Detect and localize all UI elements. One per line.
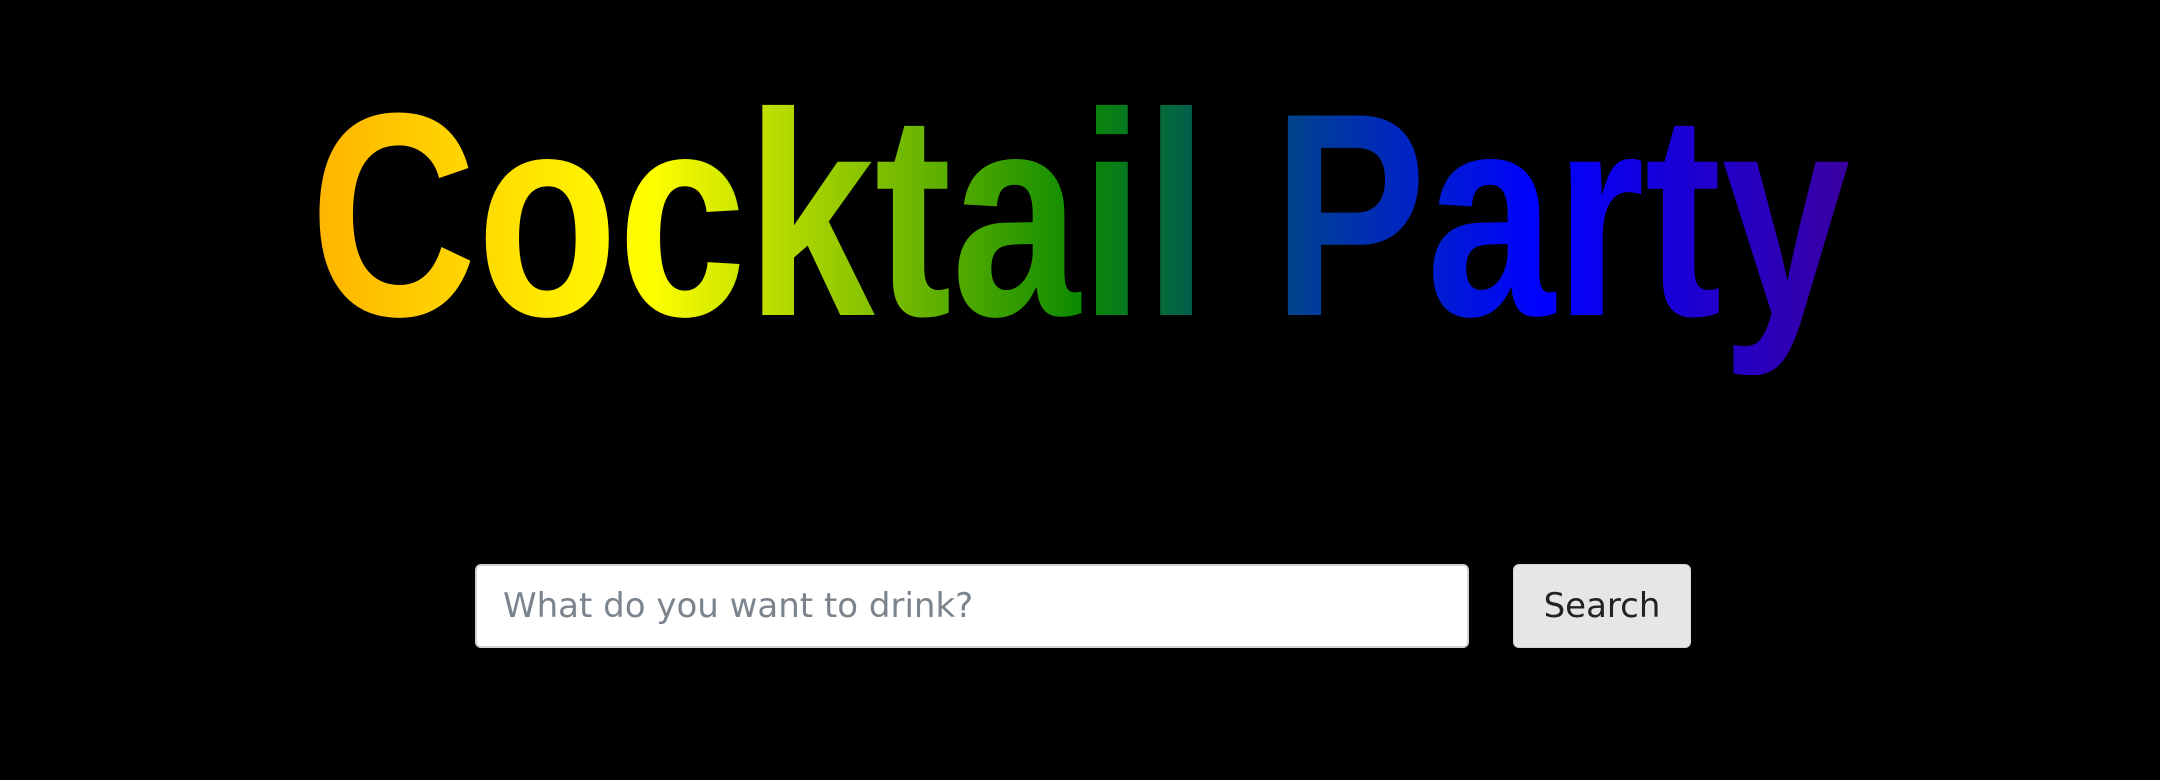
page-title: Cocktail Party bbox=[310, 95, 1851, 375]
search-button[interactable]: Search bbox=[1513, 564, 1691, 648]
hero-title-graphic: Cocktail Party bbox=[310, 95, 1851, 375]
search-input[interactable] bbox=[475, 564, 1469, 648]
hero-title-container: Cocktail Party bbox=[0, 95, 2160, 375]
search-bar: Search bbox=[475, 564, 1691, 648]
